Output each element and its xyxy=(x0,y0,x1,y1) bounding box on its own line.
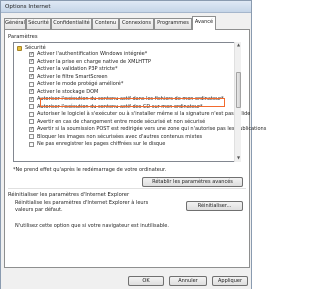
setting-label: Activer le stockage DOM xyxy=(37,88,99,95)
setting-checkbox[interactable]: ✓ xyxy=(29,89,34,94)
vertical-scrollbar[interactable]: ▲ ▼ xyxy=(234,42,241,162)
setting-checkbox[interactable] xyxy=(29,104,34,109)
reset-button[interactable]: Réinitialiser... xyxy=(186,201,243,211)
tab-strip: Général Sécurité Confidentialité Contenu… xyxy=(4,16,250,30)
settings-group-label: Paramètres xyxy=(8,34,38,40)
setting-row[interactable]: Activer le mode protégé amélioré* xyxy=(29,81,249,88)
reset-warning: N'utilisez cette option que si votre nav… xyxy=(15,223,169,229)
tab-programmes[interactable]: Programmes xyxy=(154,18,192,29)
tab-contenu[interactable]: Contenu xyxy=(92,18,119,29)
restore-advanced-button[interactable]: Rétablir les paramètres avancés xyxy=(142,177,243,187)
setting-label: Activer le mode protégé amélioré* xyxy=(37,81,124,87)
setting-label: Bloquer les images non sécurisées avec d… xyxy=(37,133,203,140)
setting-row[interactable]: Avertir en cas de changement entre mode … xyxy=(29,119,249,126)
setting-checkbox[interactable] xyxy=(29,134,34,139)
setting-checkbox[interactable]: ✓ xyxy=(29,96,34,102)
scroll-down-icon[interactable]: ▼ xyxy=(235,155,241,162)
setting-label: Ne pas enregistrer les pages chiffrées s… xyxy=(37,141,166,147)
setting-row[interactable]: ✓ Activer la prise en charge native de XM… xyxy=(29,59,249,66)
setting-label: Activer la prise en charge native de XML… xyxy=(37,58,152,65)
tab-securite[interactable]: Sécurité xyxy=(26,18,51,29)
setting-checkbox[interactable] xyxy=(29,119,34,124)
cancel-button[interactable]: Annuler xyxy=(169,276,207,286)
scroll-up-icon[interactable]: ▲ xyxy=(235,42,241,49)
setting-checkbox[interactable]: ✓ xyxy=(29,59,34,64)
setting-row[interactable]: ✓ Activer l'authentification Windows inté… xyxy=(29,51,249,58)
window-title: Options Internet xyxy=(5,4,51,10)
options-internet-dialog: Options Internet Général Sécurité Confid… xyxy=(0,0,266,289)
divider xyxy=(8,188,246,189)
setting-row[interactable]: ✓ Activer le filtre SmartScreen xyxy=(29,74,249,81)
list-scroll-area: ▲ ▼ xyxy=(234,42,241,162)
setting-row[interactable]: ✓ Activer le stockage DOM xyxy=(29,89,249,96)
setting-checkbox[interactable] xyxy=(29,141,34,147)
tab-connexions[interactable]: Connexions xyxy=(119,18,154,29)
setting-checkbox[interactable]: ✓ xyxy=(29,51,34,57)
setting-checkbox[interactable]: ✓ xyxy=(29,74,34,79)
tab-general[interactable]: Général xyxy=(4,18,26,29)
setting-label: Activer l'authentification Windows intég… xyxy=(37,51,148,57)
tab-confidentialite[interactable]: Confidentialité xyxy=(51,18,92,29)
title-bar: Options Internet xyxy=(1,1,251,13)
setting-checkbox[interactable] xyxy=(29,111,34,117)
reset-group-label: Réinitialiser les paramètres d'Internet … xyxy=(8,192,130,198)
setting-checkbox[interactable] xyxy=(29,81,34,87)
ok-button[interactable]: OK xyxy=(128,276,164,286)
setting-row[interactable]: Autoriser l'exécution du contenu actif d… xyxy=(29,104,249,111)
setting-label: Activer le filtre SmartScreen xyxy=(37,73,108,80)
setting-row[interactable]: Bloquer les images non sécurisées avec d… xyxy=(29,134,249,141)
setting-row[interactable]: Ne pas enregistrer les pages chiffrées s… xyxy=(29,141,249,148)
setting-label: Autoriser l'exécution du contenu actif d… xyxy=(37,103,203,110)
reset-description: Réinitialise les paramètres d'Internet E… xyxy=(15,200,149,213)
setting-row[interactable]: ✓ Autoriser l'exécution du contenu actif … xyxy=(29,96,249,103)
setting-row[interactable]: Activer la validation P3P stricte* xyxy=(29,66,249,73)
setting-checkbox[interactable]: ✓ xyxy=(29,126,34,132)
scroll-thumb[interactable] xyxy=(236,72,241,108)
restart-note: *Ne prend effet qu'après le redémarrage … xyxy=(13,167,167,173)
apply-button[interactable]: Appliquer xyxy=(212,276,248,286)
lock-icon xyxy=(17,46,22,51)
setting-label: Avertir en cas de changement entre mode … xyxy=(37,118,206,125)
setting-label: Autoriser l'exécution du contenu actif d… xyxy=(37,96,224,102)
tab-avance[interactable]: Avancé xyxy=(192,16,216,30)
setting-row[interactable]: ✓ Avertir si la soumission POST est redir… xyxy=(29,126,266,133)
setting-label: Avertir si la soumission POST est rediri… xyxy=(37,126,267,132)
setting-label: Autoriser le logiciel à s'exécuter ou à … xyxy=(37,111,251,117)
setting-checkbox[interactable] xyxy=(29,66,34,72)
setting-label: Activer la validation P3P stricte* xyxy=(37,66,118,72)
footer-bar: OK Annuler Appliquer xyxy=(1,269,251,289)
setting-row[interactable]: Autoriser le logiciel à s'exécuter ou à … xyxy=(29,111,251,118)
